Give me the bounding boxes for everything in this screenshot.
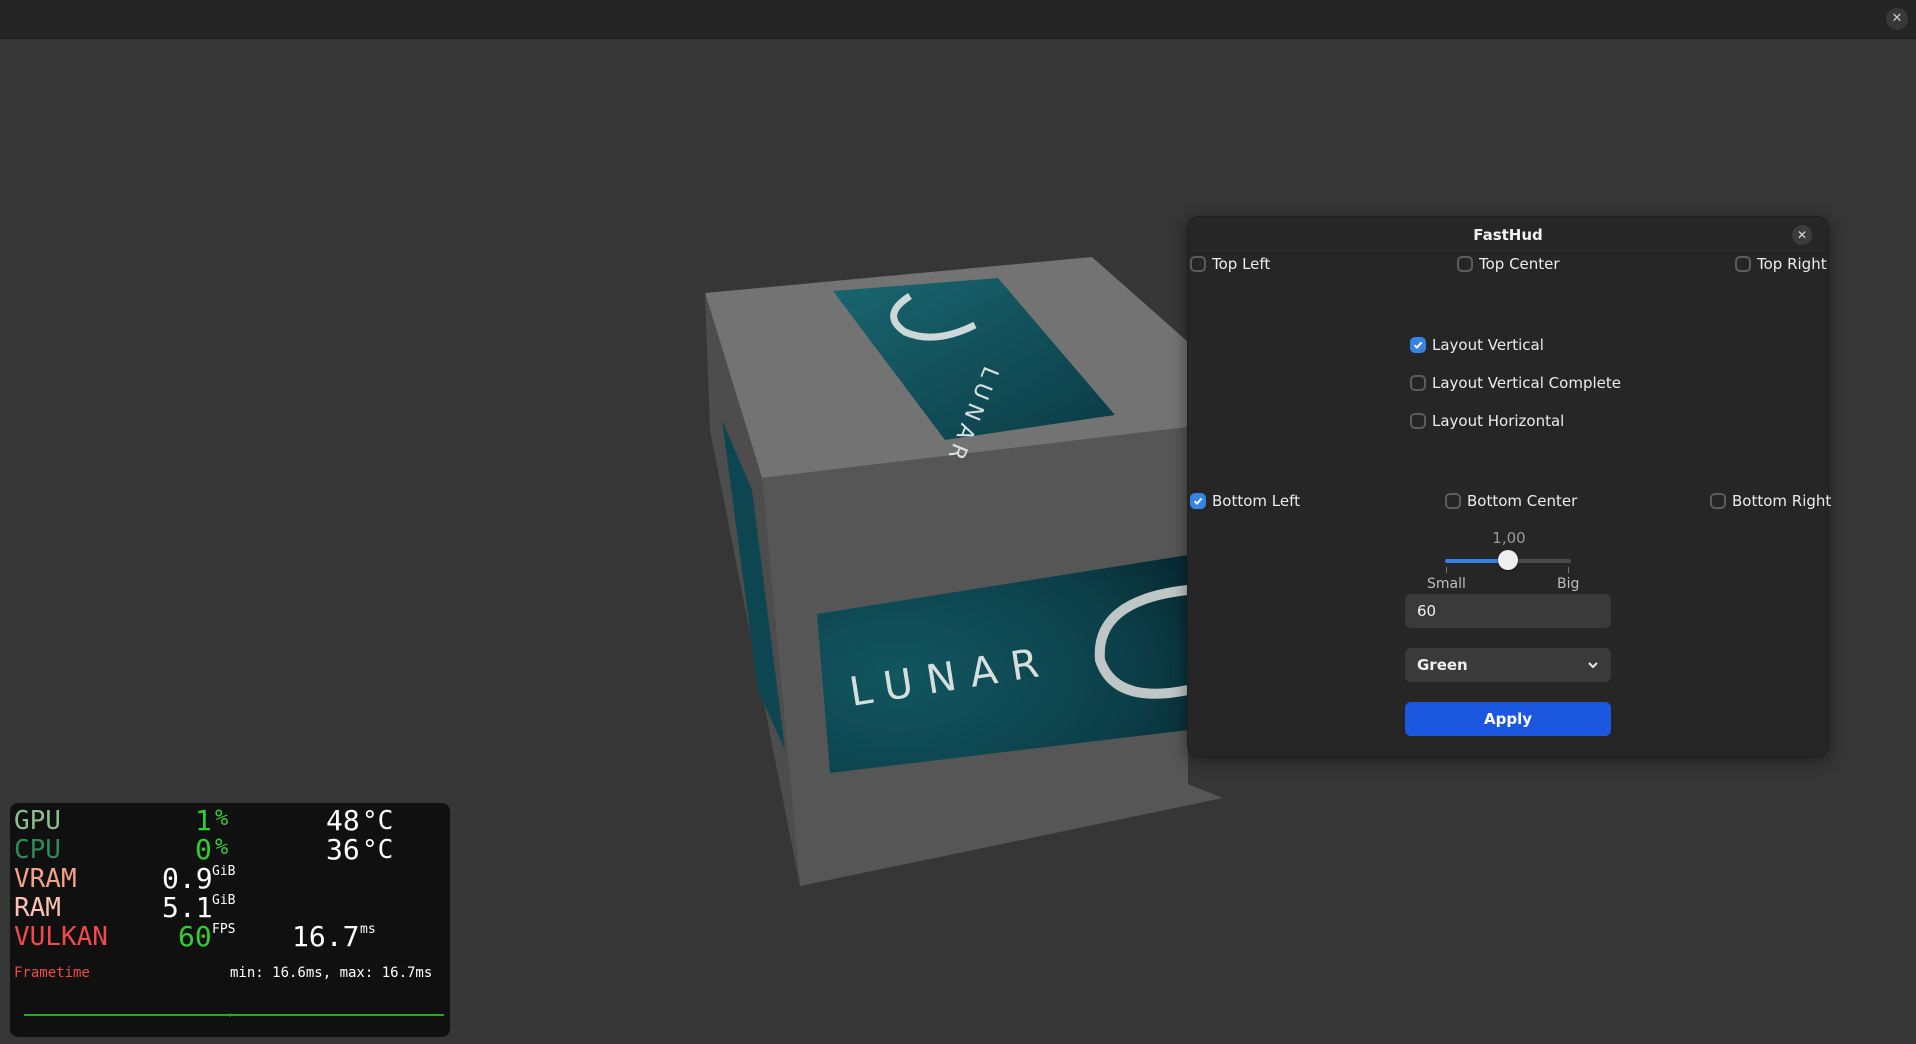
hud-gpu-label: GPU bbox=[14, 806, 61, 836]
checkbox-label: Layout Vertical bbox=[1432, 336, 1544, 354]
chevron-down-icon bbox=[1588, 662, 1598, 669]
fps-limit-input[interactable] bbox=[1405, 594, 1611, 628]
hud-cpu-temp-unit: °C bbox=[362, 835, 394, 865]
hud-gpu-load-unit: % bbox=[215, 806, 229, 831]
performance-hud: GPU 1 % 48 °C CPU 0 % 36 °C VRAM 0.9 GiB… bbox=[10, 803, 450, 1037]
checkbox-label: Bottom Left bbox=[1212, 492, 1301, 510]
hud-fps-value: 60 bbox=[178, 920, 212, 953]
hud-ram-unit: GiB bbox=[212, 893, 236, 908]
checkbox-label: Bottom Right bbox=[1732, 492, 1832, 510]
hud-frametime-label: Frametime bbox=[14, 965, 90, 981]
layout-vertical-complete-checkbox[interactable]: Layout Vertical Complete bbox=[1410, 374, 1621, 392]
checkbox-box bbox=[1710, 493, 1726, 509]
hud-gpu-temp-unit: °C bbox=[362, 806, 394, 836]
dialog-close-button[interactable]: ✕ bbox=[1792, 225, 1812, 245]
slider-max-label: Big bbox=[1557, 576, 1580, 592]
top-left-checkbox[interactable]: Top Left bbox=[1190, 255, 1270, 273]
hud-ram-value: 5.1 bbox=[162, 891, 213, 924]
checkbox-label: Top Center bbox=[1479, 255, 1560, 273]
hud-fps-unit: FPS bbox=[212, 922, 236, 937]
dialog-header: FastHud ✕ bbox=[1188, 217, 1828, 254]
top-center-checkbox[interactable]: Top Center bbox=[1457, 255, 1560, 273]
checkbox-box bbox=[1445, 493, 1461, 509]
layout-vertical-checkbox[interactable]: Layout Vertical bbox=[1410, 336, 1544, 354]
hud-cpu-temp: 36 bbox=[326, 833, 360, 866]
checkbox-box bbox=[1410, 375, 1426, 391]
hud-vram-value: 0.9 bbox=[162, 862, 213, 895]
apply-button[interactable]: Apply bbox=[1405, 702, 1611, 736]
checkbox-label: Layout Horizontal bbox=[1432, 412, 1565, 430]
checkbox-box bbox=[1410, 413, 1426, 429]
dialog-title: FastHud bbox=[1473, 226, 1543, 244]
hud-gpu-load: 1 bbox=[195, 804, 212, 837]
checkbox-box bbox=[1735, 256, 1751, 272]
slider-tick-big bbox=[1568, 567, 1569, 573]
hud-cpu-load-unit: % bbox=[215, 835, 229, 860]
slider-min-label: Small bbox=[1427, 576, 1466, 592]
checkbox-box bbox=[1190, 493, 1206, 509]
bottom-right-checkbox[interactable]: Bottom Right bbox=[1710, 492, 1831, 510]
hud-vulkan-label: VULKAN bbox=[14, 922, 108, 952]
bottom-center-checkbox[interactable]: Bottom Center bbox=[1445, 492, 1577, 510]
hud-gpu-temp: 48 bbox=[326, 804, 360, 837]
hud-cpu-load: 0 bbox=[195, 833, 212, 866]
layout-horizontal-checkbox[interactable]: Layout Horizontal bbox=[1410, 412, 1564, 430]
hud-cpu-label: CPU bbox=[14, 835, 61, 865]
color-dropdown[interactable]: Green bbox=[1405, 648, 1611, 682]
bottom-left-checkbox[interactable]: Bottom Left bbox=[1190, 492, 1300, 510]
scale-slider-knob[interactable] bbox=[1498, 550, 1518, 570]
dropdown-selected-value: Green bbox=[1417, 656, 1468, 674]
scale-value: 1,00 bbox=[1492, 529, 1526, 547]
top-right-checkbox[interactable]: Top Right bbox=[1735, 255, 1827, 273]
checkbox-box bbox=[1457, 256, 1473, 272]
hud-ram-label: RAM bbox=[14, 893, 61, 923]
slider-tick-small bbox=[1446, 567, 1447, 573]
checkbox-label: Layout Vertical Complete bbox=[1432, 374, 1621, 392]
hud-vram-label: VRAM bbox=[14, 864, 77, 894]
hud-frametime-stats: min: 16.6ms, max: 16.7ms bbox=[230, 965, 433, 981]
hud-vram-unit: GiB bbox=[212, 864, 236, 879]
frametime-graph bbox=[24, 1013, 444, 1017]
checkbox-box bbox=[1410, 337, 1426, 353]
hud-frametime-unit: ms bbox=[360, 922, 376, 937]
checkbox-label: Top Right bbox=[1757, 255, 1827, 273]
hud-frametime-value: 16.7 bbox=[292, 920, 360, 953]
checkbox-label: Bottom Center bbox=[1467, 492, 1578, 510]
cube: LUNAR LUNAR bbox=[705, 257, 1223, 886]
checkbox-label: Top Left bbox=[1212, 255, 1271, 273]
scale-slider[interactable] bbox=[1445, 550, 1571, 570]
checkbox-box bbox=[1190, 256, 1206, 272]
